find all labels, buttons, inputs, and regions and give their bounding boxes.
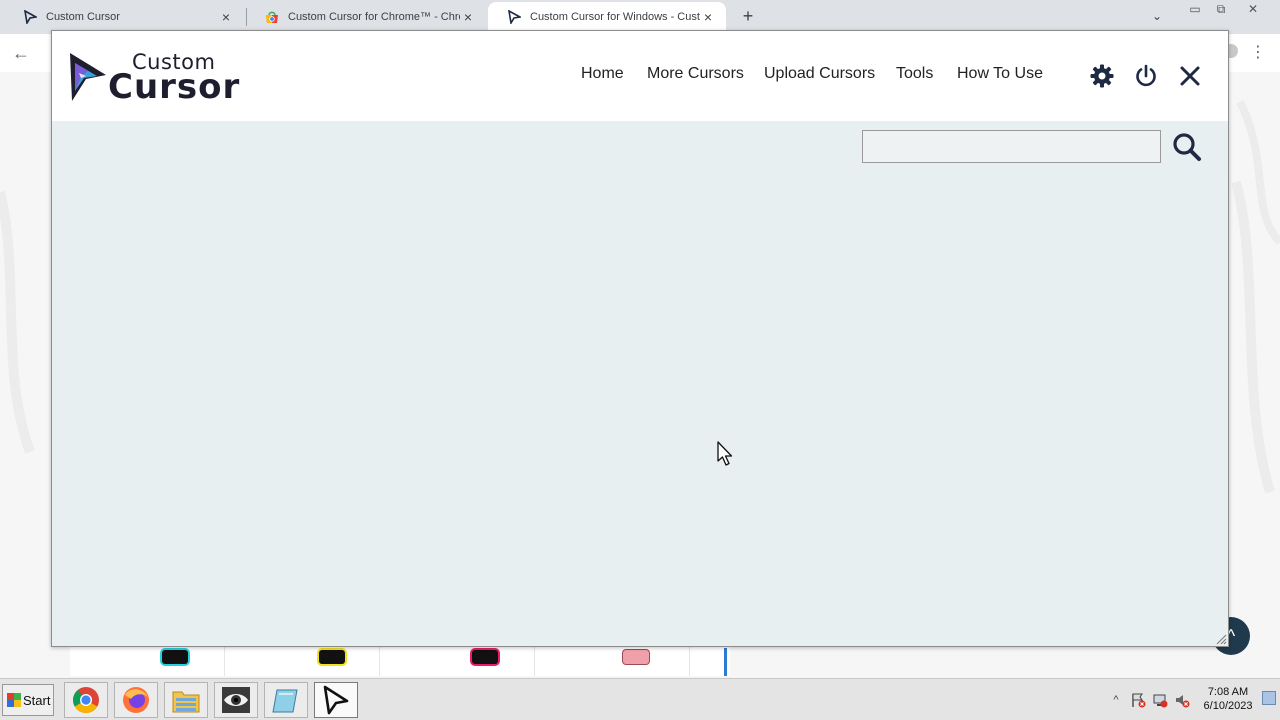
start-label: Start bbox=[23, 692, 51, 708]
nav-how-to-use[interactable]: How To Use bbox=[957, 65, 1043, 83]
taskbar-eye-app-button[interactable] bbox=[214, 682, 258, 718]
power-icon[interactable] bbox=[1133, 63, 1159, 89]
tab-chrome-web-store[interactable]: Custom Cursor for Chrome™ - Chro × bbox=[246, 2, 486, 32]
eye-icon bbox=[222, 687, 250, 713]
gear-icon[interactable] bbox=[1089, 63, 1115, 89]
custom-cursor-logo[interactable]: Custom Cursor bbox=[66, 49, 242, 107]
background-cursor-thumbnails bbox=[70, 646, 730, 676]
logo-arrow-icon bbox=[70, 53, 106, 101]
action-center-flag-icon[interactable] bbox=[1130, 692, 1146, 708]
nav-more-cursors[interactable]: More Cursors bbox=[647, 65, 744, 83]
custom-cursor-popup: Custom Cursor Home More Cursors Upload C… bbox=[51, 30, 1229, 647]
nav-home[interactable]: Home bbox=[581, 65, 624, 83]
popup-header: Custom Cursor Home More Cursors Upload C… bbox=[52, 31, 1228, 121]
logo-text-cursor: Cursor bbox=[108, 67, 241, 107]
custom-cursor-icon bbox=[323, 685, 349, 715]
taskbar-notepad-button[interactable] bbox=[264, 682, 308, 718]
minimize-window-button[interactable]: ▭ bbox=[1184, 2, 1206, 18]
new-tab-button[interactable]: + bbox=[738, 6, 758, 26]
search-input[interactable] bbox=[862, 130, 1161, 163]
tab-custom-cursor[interactable]: Custom Cursor × bbox=[4, 2, 244, 32]
nav-upload-cursors[interactable]: Upload Cursors bbox=[764, 65, 875, 83]
tab-custom-cursor-windows[interactable]: Custom Cursor for Windows - Custo × bbox=[488, 2, 726, 32]
chrome-icon bbox=[73, 687, 99, 714]
taskbar-chrome-button[interactable] bbox=[64, 682, 108, 718]
taskbar: Start ^ 7:08 AM 6/10/2023 bbox=[0, 678, 1280, 720]
taskbar-clock[interactable]: 7:08 AM 6/10/2023 bbox=[1196, 685, 1260, 713]
taskbar-file-manager-button[interactable] bbox=[164, 682, 208, 718]
clock-date: 6/10/2023 bbox=[1203, 700, 1253, 712]
file-manager-icon bbox=[172, 691, 200, 713]
thumbnail bbox=[70, 646, 225, 676]
tab-close-icon[interactable]: × bbox=[700, 9, 716, 25]
close-window-button[interactable]: ✕ bbox=[1242, 2, 1264, 18]
thumbnail bbox=[380, 646, 535, 676]
custom-cursor-favicon-icon bbox=[22, 9, 38, 25]
thumbnail bbox=[535, 646, 690, 676]
show-desktop-button[interactable] bbox=[1262, 691, 1276, 705]
close-icon[interactable] bbox=[1177, 63, 1203, 89]
back-arrow-icon[interactable]: ← bbox=[10, 42, 32, 64]
firefox-icon bbox=[123, 687, 149, 713]
taskbar-custom-cursor-button[interactable] bbox=[314, 682, 358, 718]
background-divider bbox=[724, 648, 727, 676]
start-button[interactable]: Start bbox=[2, 684, 54, 716]
network-icon[interactable] bbox=[1152, 692, 1168, 708]
notepad-icon bbox=[272, 689, 298, 713]
tab-label: Custom Cursor for Chrome™ - Chro bbox=[288, 11, 460, 23]
tray-expand-icon[interactable]: ^ bbox=[1108, 692, 1124, 708]
nav-tools[interactable]: Tools bbox=[896, 65, 933, 83]
tab-close-icon[interactable]: × bbox=[218, 9, 234, 25]
tab-close-icon[interactable]: × bbox=[460, 9, 476, 25]
restore-window-button[interactable]: ⧉ bbox=[1210, 2, 1232, 18]
system-tray: ^ bbox=[1108, 687, 1190, 713]
mouse-pointer-icon bbox=[717, 441, 733, 466]
chrome-web-store-favicon-icon bbox=[264, 9, 280, 25]
tab-label: Custom Cursor bbox=[46, 11, 120, 23]
custom-cursor-favicon-icon bbox=[506, 9, 522, 25]
thumbnail bbox=[225, 646, 380, 676]
windows-logo-icon bbox=[7, 693, 21, 707]
tab-search-chevron-icon[interactable]: ⌄ bbox=[1152, 9, 1162, 23]
resize-grip-icon[interactable] bbox=[1215, 633, 1227, 645]
taskbar-firefox-button[interactable] bbox=[114, 682, 158, 718]
browser-tabstrip: Custom Cursor × Custom Cursor for Chrome… bbox=[0, 0, 1280, 34]
search-icon[interactable] bbox=[1170, 130, 1204, 164]
volume-muted-icon[interactable] bbox=[1174, 692, 1190, 708]
browser-menu-icon[interactable]: ⋮ bbox=[1250, 42, 1266, 64]
tab-label: Custom Cursor for Windows - Custo bbox=[530, 11, 700, 23]
clock-time: 7:08 AM bbox=[1207, 686, 1249, 698]
